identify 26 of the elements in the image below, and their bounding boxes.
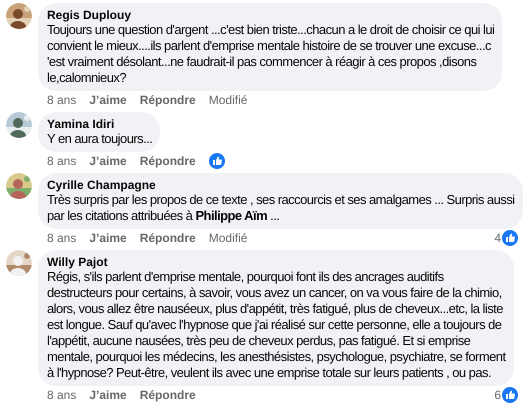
like-button[interactable]: J’aime — [89, 91, 127, 109]
thumbs-up-icon — [502, 230, 518, 246]
reply-button[interactable]: Répondre — [140, 229, 196, 247]
edited-label: Modifié — [208, 92, 248, 109]
author-name[interactable]: Cyrille Champagne — [47, 178, 515, 192]
comment-text: Y en aura toujours... — [47, 131, 152, 147]
timestamp[interactable]: 8 ans — [47, 152, 76, 170]
comment-text: Toujours une question d'argent ...c'est bien triste...chacun a le droit de choisir ce qui lui convient le mieux....ils parlent d'emprise mentale histoire de se trouver une excuse...c 'est vraiment désolant...ne faudrait-il pas commencer à réagir à ces propos ,disons le,calomnieux? — [47, 22, 494, 86]
like-button[interactable]: J’aime — [89, 229, 127, 247]
reply-button[interactable]: Répondre — [140, 386, 196, 404]
like-button[interactable]: J’aime — [89, 152, 127, 170]
reply-button[interactable]: Répondre — [140, 91, 196, 109]
timestamp[interactable]: 8 ans — [47, 91, 76, 109]
reaction-count[interactable]: 6 — [494, 386, 501, 404]
comment-text: Régis, s'ils parlent d'emprise mentale, pourquoi font ils des ancrages auditifs destructeurs pour certains, à savoir, vous avez un cancer, on va vous faire de la chimio, alors, vous allez être nauséeux, plus d'appétit, très fatigué, plus de cheveux...etc, la liste est longue. Sauf qu'avec l'hypnose que j'ai réalisé sur cette personne, elle a toujours de l'appétit, aucune nausées, très peu de cheveux perdus, pas fatigué. Et si emprise mentale, pourquoi les médecins, les anesthésistes, psychologue, psychiatre, se forment à l'hypnose? Peut-être, veulent ils avec une emprise totale sur leurs patients , ou pas. — [47, 269, 506, 381]
author-name[interactable]: Yamina Idiri — [47, 117, 152, 131]
comment-text: Très surpris par les propos de ce texte , ses raccourcis et ses amalgames ... Surpris aussi par les citations attribuées à Philippe Aïm ... — [47, 192, 515, 224]
thumbs-up-icon — [208, 153, 225, 169]
author-name[interactable]: Regis Duplouy — [47, 8, 494, 22]
timestamp[interactable]: 8 ans — [47, 386, 76, 404]
like-button[interactable]: J’aime — [89, 386, 127, 404]
author-name[interactable]: Willy Pajot — [47, 255, 506, 269]
timestamp[interactable]: 8 ans — [47, 229, 76, 247]
edited-label: Modifié — [208, 230, 248, 247]
reply-button[interactable]: Répondre — [140, 152, 196, 170]
reaction-count[interactable]: 4 — [494, 229, 501, 247]
